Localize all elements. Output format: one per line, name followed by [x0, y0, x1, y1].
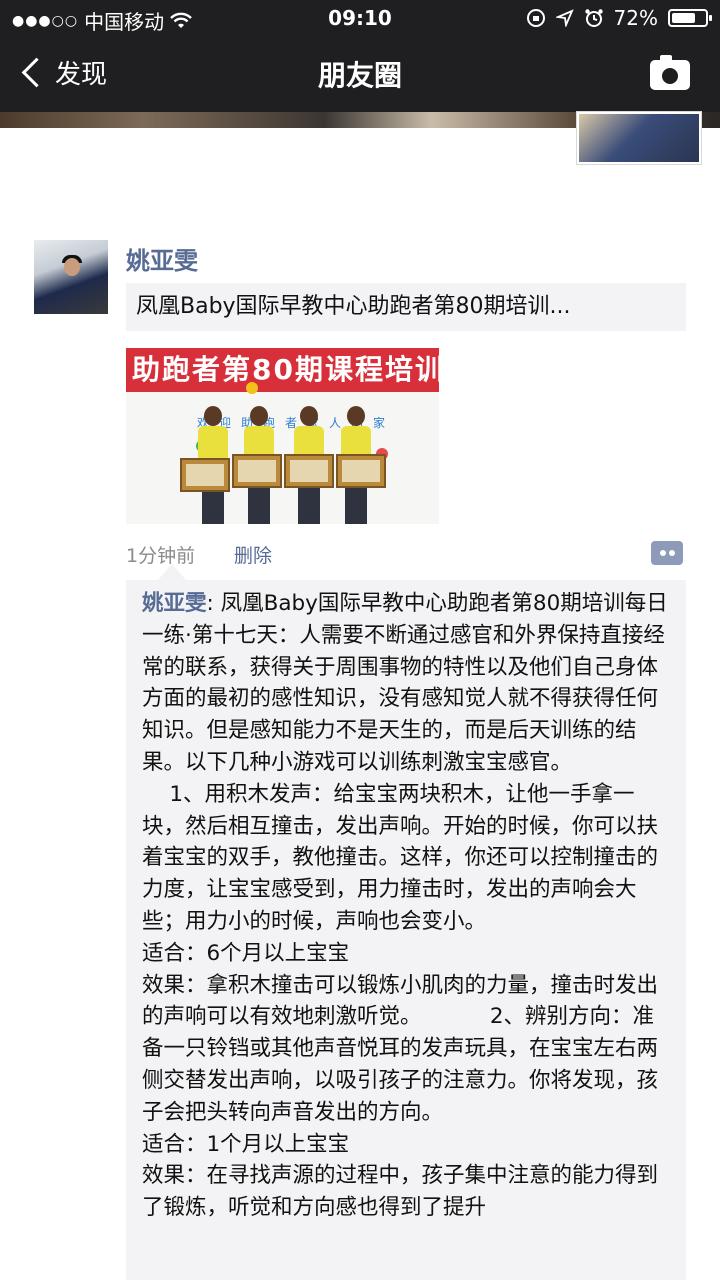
comment-icon-dot: [669, 550, 675, 556]
alarm-icon: [584, 9, 603, 27]
camera-icon[interactable]: [650, 55, 690, 90]
orientation-lock-icon: [526, 9, 545, 27]
person-head: [300, 406, 318, 426]
person-legs: [248, 484, 270, 524]
certificate-plaque: [284, 454, 334, 488]
delete-button[interactable]: 删除: [234, 541, 272, 568]
navigation-bar: 发现 朋友圈: [0, 36, 720, 112]
person-head: [347, 406, 365, 426]
battery-percent: 72%: [613, 6, 658, 30]
status-right: 72%: [526, 6, 712, 30]
person-head: [250, 406, 268, 426]
cover-avatar[interactable]: [577, 112, 701, 164]
battery-icon: [668, 9, 712, 27]
person-head: [204, 406, 222, 426]
page-title: 朋友圈: [317, 59, 402, 92]
comment-icon-dot: [660, 550, 666, 556]
location-icon: [555, 9, 574, 27]
cover-avatar-photo: [579, 114, 699, 162]
comment-menu-button[interactable]: [651, 541, 683, 565]
comment-body: : 凤凰Baby国际早教中心助跑者第80期培训每日一练·第十七天：人需要不断通过…: [142, 591, 668, 1221]
person-legs: [345, 484, 367, 524]
camera-lens: [660, 66, 680, 86]
person-legs: [298, 484, 320, 524]
comment-area: 姚亚雯: 凤凰Baby国际早教中心助跑者第80期培训每日一练·第十七天：人需要不…: [126, 564, 686, 1280]
balloon: [246, 382, 258, 394]
author-name[interactable]: 姚亚雯: [126, 241, 198, 276]
certificate-plaque: [180, 458, 230, 492]
comment-author[interactable]: 姚亚雯: [142, 591, 207, 616]
link-card-title: 凤凰Baby国际早教中心助跑者第80期培训...: [136, 294, 571, 319]
certificate-plaque: [336, 454, 386, 488]
status-bar: ●●●○○ 中国移动 09:10 72%: [0, 0, 720, 36]
battery-level: [672, 13, 696, 23]
avatar-face: [64, 258, 80, 276]
author-avatar[interactable]: [34, 240, 108, 314]
post-photo[interactable]: 助跑者第80期课程培训 欢迎助跑者家人回家: [126, 348, 439, 524]
shared-link-card[interactable]: 凤凰Baby国际早教中心助跑者第80期培训...: [126, 283, 686, 331]
certificate-plaque: [232, 454, 282, 488]
photo-banner: 助跑者第80期课程培训: [126, 348, 439, 392]
comment-item[interactable]: 姚亚雯: 凤凰Baby国际早教中心助跑者第80期培训每日一练·第十七天：人需要不…: [142, 588, 670, 1224]
